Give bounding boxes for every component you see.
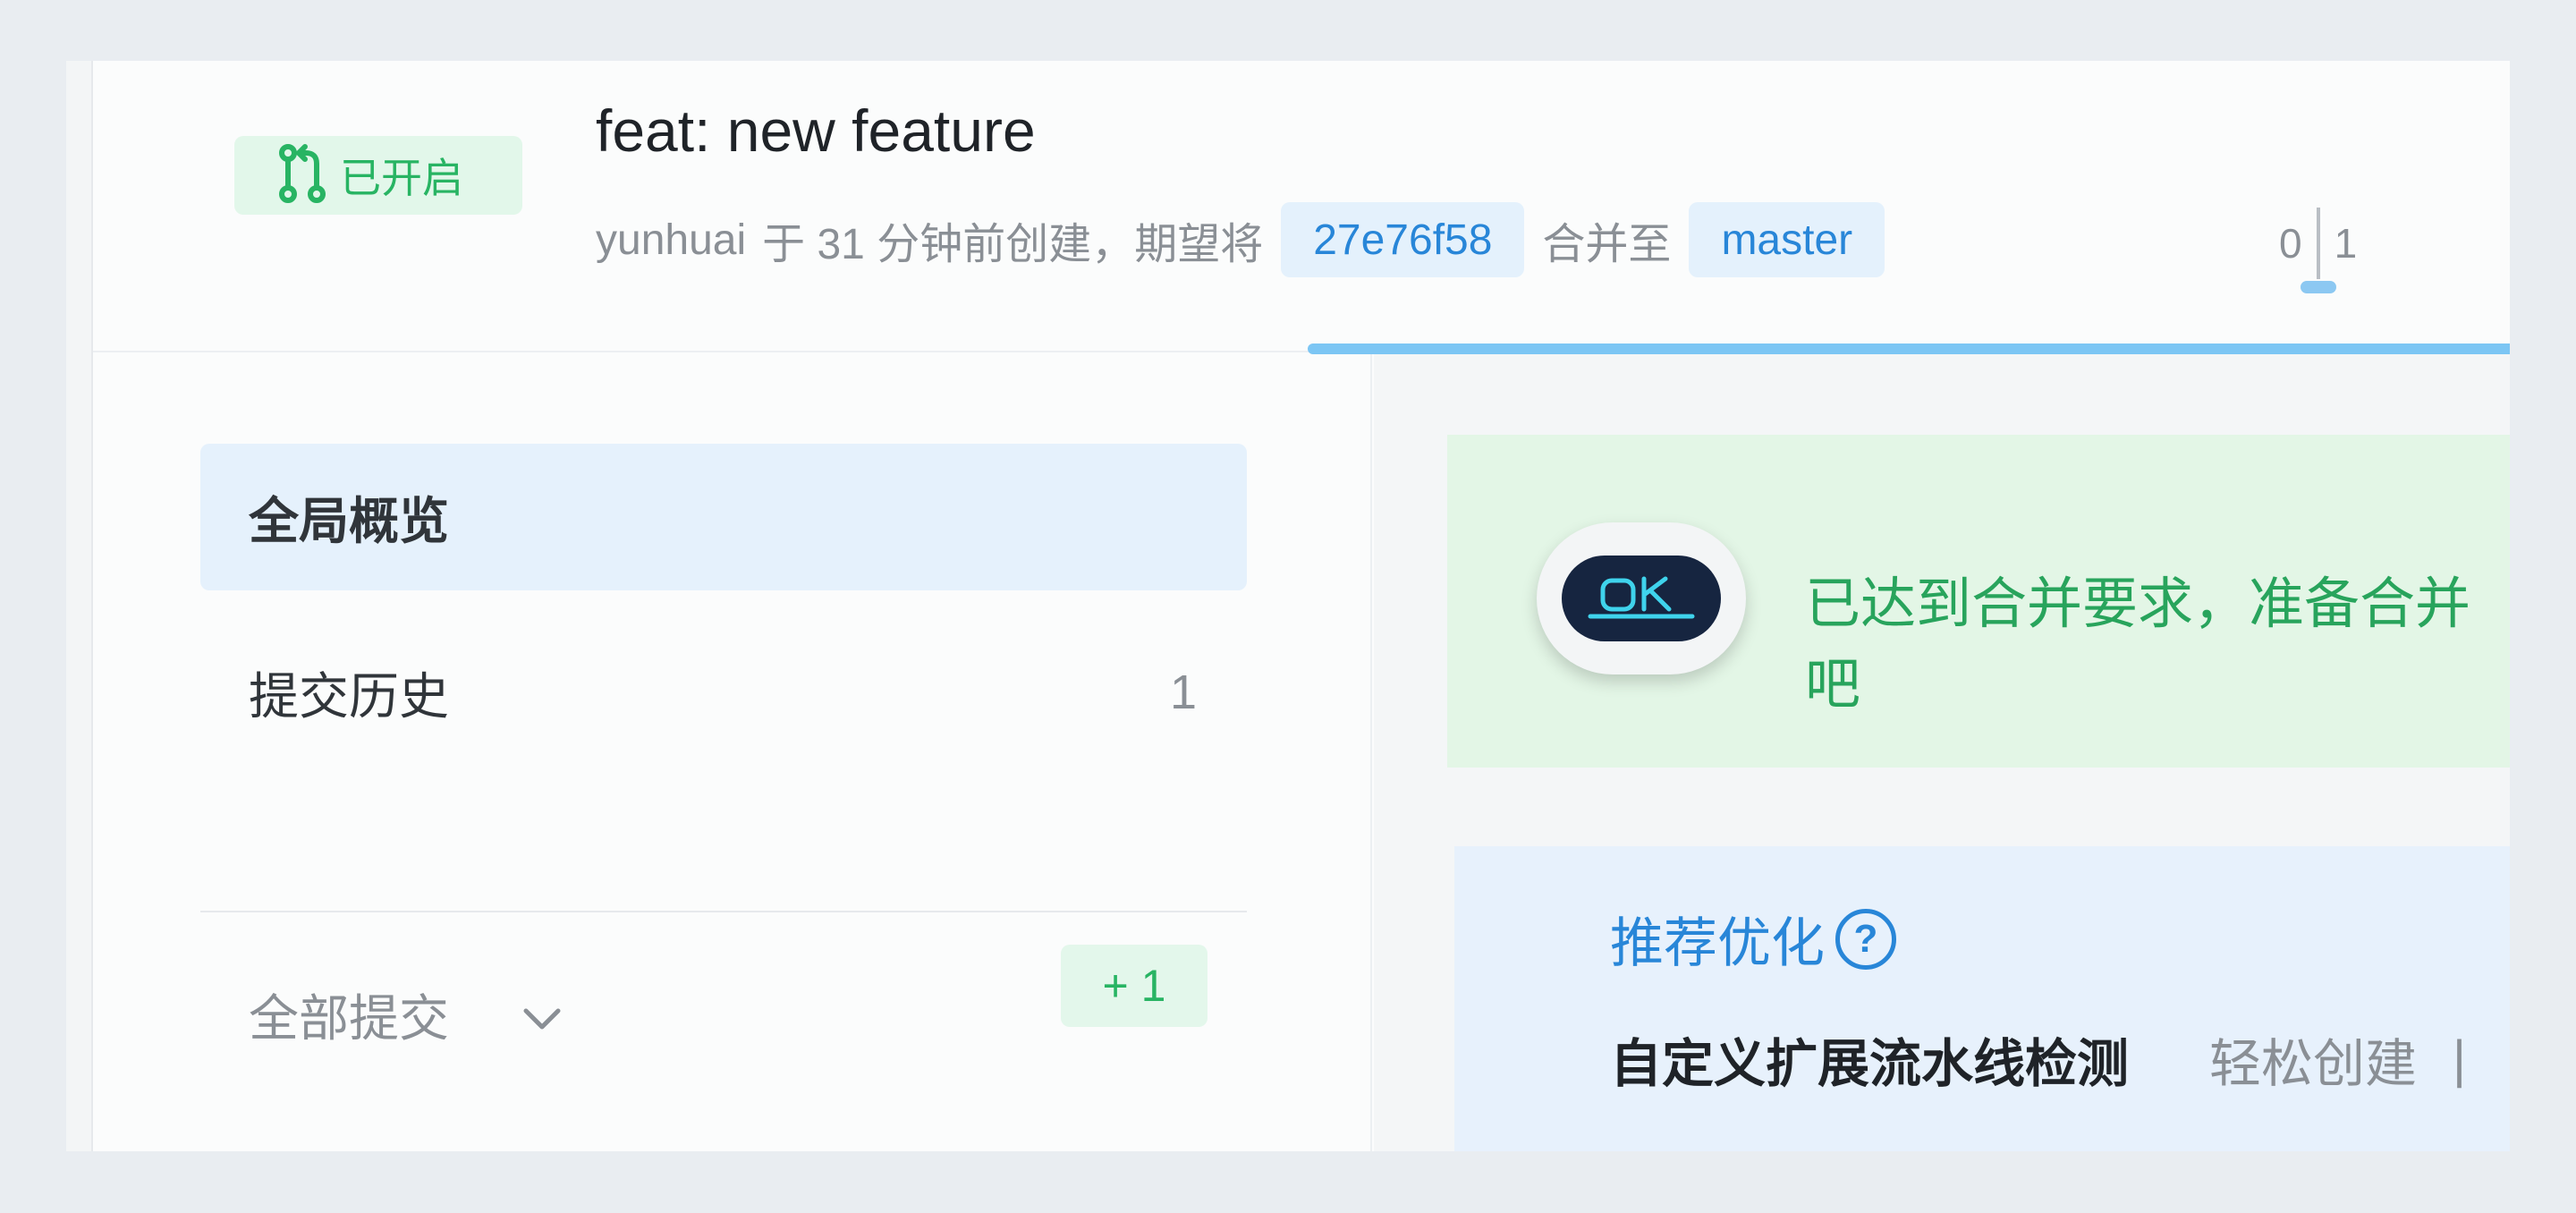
source-branch-chip[interactable]: 27e76f58 xyxy=(1281,202,1525,277)
meta-text: 于 31 分钟前创建，期望将 xyxy=(762,221,1264,268)
counter-left: 0 xyxy=(2279,220,2302,267)
recommendation-title: 推荐优化 ? xyxy=(1610,900,1896,978)
sidebar-item-label: 提交历史 xyxy=(249,667,449,725)
recommendation-title-text: 推荐优化 xyxy=(1610,913,1825,973)
sidebar-item-label: 全局概览 xyxy=(249,492,449,549)
recommendation-separator: | xyxy=(2453,1030,2467,1089)
change-counter: 0 1 xyxy=(2279,208,2358,293)
status-label: 已开启 xyxy=(340,155,463,201)
recommendation-heading: 自定义扩展流水线检测 xyxy=(1610,1035,2130,1093)
left-border xyxy=(66,61,93,1151)
merge-ready-message: 已达到合并要求，准备合并吧 xyxy=(1805,573,2471,716)
target-branch-chip[interactable]: master xyxy=(1689,202,1885,277)
author-link[interactable]: yunhuai xyxy=(596,216,746,265)
commit-filter-dropdown[interactable]: 全部提交 xyxy=(249,963,564,1066)
sidebar-item-count: 1 xyxy=(1169,666,1197,719)
help-circle-icon[interactable]: ? xyxy=(1835,908,1896,970)
ok-robot-icon xyxy=(1537,522,1746,674)
ok-screen xyxy=(1562,556,1721,641)
merge-to-text: 合并至 xyxy=(1542,221,1672,268)
main-content: 已达到合并要求，准备合并吧 推荐优化 ? 自定义扩展流水线检测 轻松创建 | xyxy=(1374,354,2510,1151)
added-count-badge: + 1 xyxy=(1061,945,1208,1027)
recommendation-row: 自定义扩展流水线检测 轻松创建 | xyxy=(1610,1022,2466,1097)
chevron-down-icon xyxy=(521,986,564,1044)
merge-ready-banner: 已达到合并要求，准备合并吧 xyxy=(1447,435,2510,768)
progress-bar xyxy=(1308,344,2510,354)
merge-request-icon xyxy=(275,142,329,209)
mr-header: 已开启 feat: new feature yunhuai 于 31 分钟前创建… xyxy=(93,61,2510,352)
merge-request-panel: 已开启 feat: new feature yunhuai 于 31 分钟前创建… xyxy=(66,61,2510,1151)
filter-label: 全部提交 xyxy=(249,989,449,1047)
mr-meta: yunhuai 于 31 分钟前创建，期望将 27e76f58 合并至 mast… xyxy=(596,202,1902,277)
sidebar-item-commit-history[interactable]: 提交历史 1 xyxy=(200,619,1247,766)
status-badge: 已开启 xyxy=(234,136,522,215)
counter-right: 1 xyxy=(2334,220,2358,267)
recommendation-subtext[interactable]: 轻松创建 xyxy=(2209,1022,2417,1097)
sidebar: 全局概览 提交历史 1 全部提交 xyxy=(93,354,1372,1151)
counter-divider xyxy=(2300,208,2336,293)
sidebar-divider xyxy=(200,911,1247,912)
sidebar-item-overview[interactable]: 全局概览 xyxy=(200,444,1247,590)
recommendation-card: 推荐优化 ? 自定义扩展流水线检测 轻松创建 | xyxy=(1454,846,2510,1151)
page-title: feat: new feature xyxy=(596,98,1036,164)
